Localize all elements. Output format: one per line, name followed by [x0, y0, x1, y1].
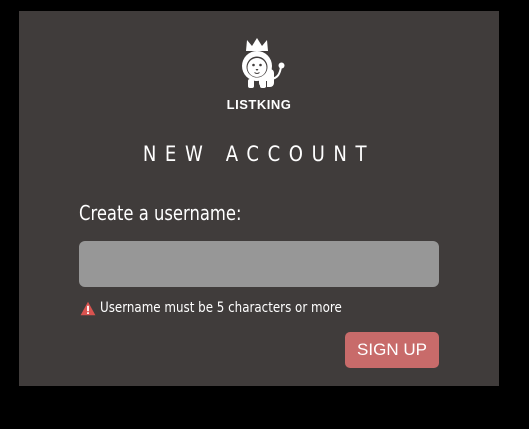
brand-name: LISTKING — [226, 97, 292, 112]
sign-up-button[interactable]: SIGN UP — [345, 332, 439, 368]
username-input[interactable] — [79, 241, 439, 287]
brand-logo: LISTKING — [19, 37, 499, 112]
validation-error: Username must be 5 characters or more — [80, 300, 395, 316]
signup-card: LISTKING NEW ACCOUNT Create a username: … — [19, 11, 499, 386]
error-message: Username must be 5 characters or more — [100, 300, 342, 316]
username-label: Create a username: — [79, 201, 242, 225]
page-title: NEW ACCOUNT — [142, 142, 376, 166]
warning-icon — [80, 301, 96, 315]
lion-with-crown-icon — [242, 38, 285, 88]
